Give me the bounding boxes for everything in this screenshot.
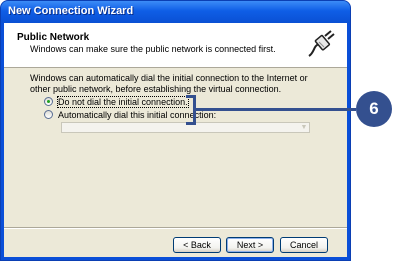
intro-text: Windows can automatically dial the initi… [30,73,308,94]
button-separator [4,227,347,229]
wizard-window: New Connection Wizard Public Network Win… [1,1,350,260]
callout-number-badge: 6 [356,91,392,127]
radio-auto-dial[interactable] [44,110,53,119]
network-cable-icon [306,29,336,59]
window-title: New Connection Wizard [8,5,134,17]
title-bar[interactable]: New Connection Wizard [1,1,350,23]
option-do-not-dial-label: Do not dial the initial connection. [57,95,189,108]
page-title: Public Network [17,32,90,43]
wizard-client-area: Public Network Windows can make sure the… [4,23,347,257]
radio-do-not-dial[interactable] [44,97,53,106]
callout-line [196,108,356,111]
cancel-button[interactable]: Cancel [280,237,328,253]
wizard-header: Public Network Windows can make sure the… [4,23,347,68]
chevron-down-icon: ▼ [300,124,308,131]
next-button[interactable]: Next > [226,237,274,253]
back-button[interactable]: < Back [173,237,221,253]
callout-bracket [186,95,196,125]
option-do-not-dial[interactable]: Do not dial the initial connection. [44,95,189,108]
page-subtitle: Windows can make sure the public network… [30,44,276,54]
